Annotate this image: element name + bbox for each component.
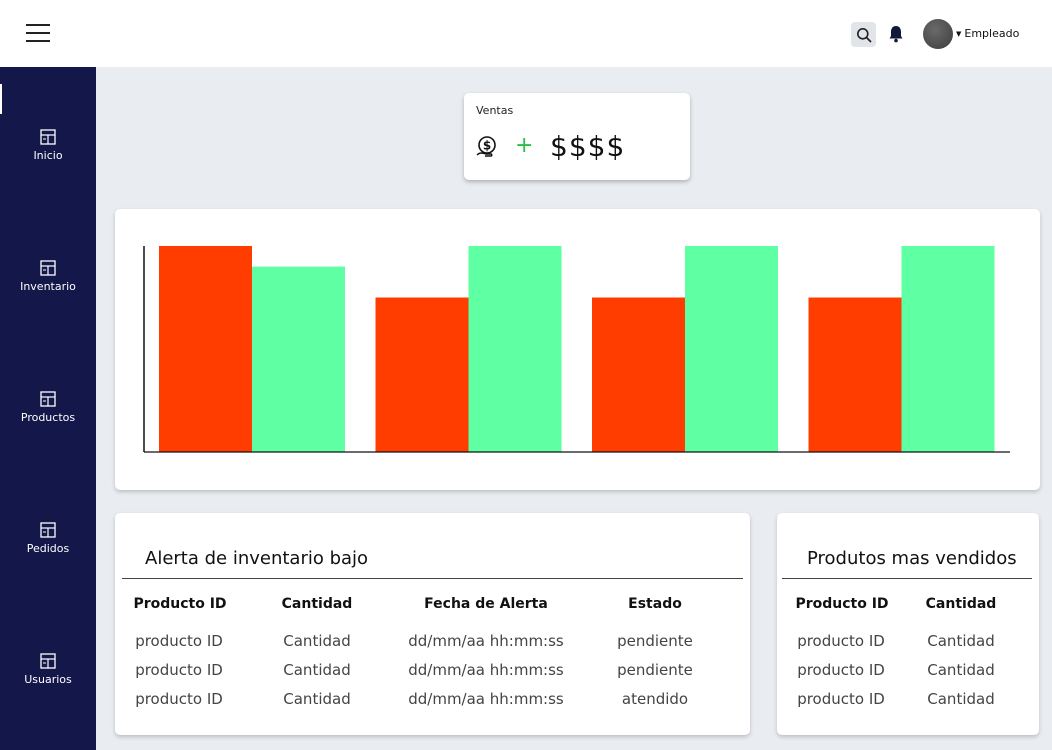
column-header: Fecha de Alerta (424, 596, 548, 612)
sidebar-item-usuarios[interactable]: Usuarios (0, 653, 96, 686)
bell-icon[interactable] (887, 24, 905, 44)
sidebar-item-label: Productos (20, 411, 76, 424)
table-cell: Cantidad (283, 632, 351, 650)
card-title: Produtos mas vendidos (807, 548, 1017, 569)
menu-icon[interactable] (26, 24, 50, 42)
ventas-plus-icon: + (515, 133, 534, 158)
active-indicator (0, 84, 2, 114)
table-cell: Cantidad (283, 690, 351, 708)
table-cell: Cantidad (927, 690, 995, 708)
table-cell: producto ID (135, 661, 223, 679)
low-inventory-alert-card: Alerta de inventario bajo Producto ID Ca… (115, 513, 750, 735)
column-header: Estado (628, 596, 682, 612)
chart-bar (592, 297, 685, 452)
column-header: Producto ID (133, 596, 227, 612)
sidebar-item-label: Usuarios (24, 673, 72, 686)
sidebar: Inicio Inventario Productos Pedidos Usua… (0, 67, 96, 750)
money-hand-icon: $ (476, 136, 496, 157)
search-icon (856, 27, 871, 42)
ventas-card[interactable]: Ventas $ + $$$$ (464, 93, 690, 180)
chart-bar (252, 266, 345, 452)
column-header: Producto ID (795, 596, 889, 612)
column-header: Cantidad (281, 596, 353, 612)
chart-bar (159, 246, 252, 452)
table-cell: dd/mm/aa hh:mm:ss (408, 690, 564, 708)
chart-bar (685, 246, 778, 452)
top-products-card: Produtos mas vendidos Producto ID Cantid… (777, 513, 1039, 735)
grid-icon (40, 260, 56, 276)
user-menu[interactable]: ▼ Empleado (956, 27, 1019, 40)
grid-icon (40, 391, 56, 407)
table-cell: producto ID (135, 632, 223, 650)
sidebar-item-inventario[interactable]: Inventario (0, 260, 96, 293)
svg-text:$: $ (483, 139, 491, 153)
grid-icon (40, 129, 56, 145)
top-bar: ▼ Empleado (0, 0, 1052, 67)
table-cell: producto ID (797, 690, 885, 708)
table-cell: Cantidad (283, 661, 351, 679)
search-button[interactable] (851, 22, 876, 47)
divider (782, 578, 1032, 579)
avatar[interactable] (923, 19, 953, 49)
ventas-amount: $$$$ (550, 130, 626, 163)
chart-bar (468, 246, 562, 452)
chart-bar (375, 297, 469, 452)
sidebar-item-label: Pedidos (26, 542, 70, 555)
sidebar-item-inicio[interactable]: Inicio (0, 129, 96, 162)
sidebar-item-pedidos[interactable]: Pedidos (0, 522, 96, 555)
bar-chart (143, 246, 1010, 453)
card-title: Alerta de inventario bajo (145, 548, 369, 569)
table-cell: pendiente (617, 661, 693, 679)
ventas-title: Ventas (476, 104, 514, 117)
user-name: Empleado (964, 27, 1020, 40)
grid-icon (40, 522, 56, 538)
table-cell: atendido (621, 690, 689, 708)
chart-card (115, 209, 1040, 490)
chart-bar (901, 246, 995, 452)
divider (122, 578, 743, 579)
sidebar-item-productos[interactable]: Productos (0, 391, 96, 424)
column-header: Cantidad (925, 596, 997, 612)
table-cell: Cantidad (927, 632, 995, 650)
chevron-down-icon: ▼ (956, 29, 962, 38)
chart-bar (808, 297, 902, 452)
table-cell: pendiente (617, 632, 693, 650)
table-cell: producto ID (797, 632, 885, 650)
table-cell: producto ID (135, 690, 223, 708)
table-cell: dd/mm/aa hh:mm:ss (408, 661, 564, 679)
sidebar-item-label: Inventario (20, 280, 76, 293)
table-cell: Cantidad (927, 661, 995, 679)
sidebar-item-label: Inicio (33, 149, 63, 162)
grid-icon (40, 653, 56, 669)
table-cell: producto ID (797, 661, 885, 679)
table-cell: dd/mm/aa hh:mm:ss (408, 632, 564, 650)
